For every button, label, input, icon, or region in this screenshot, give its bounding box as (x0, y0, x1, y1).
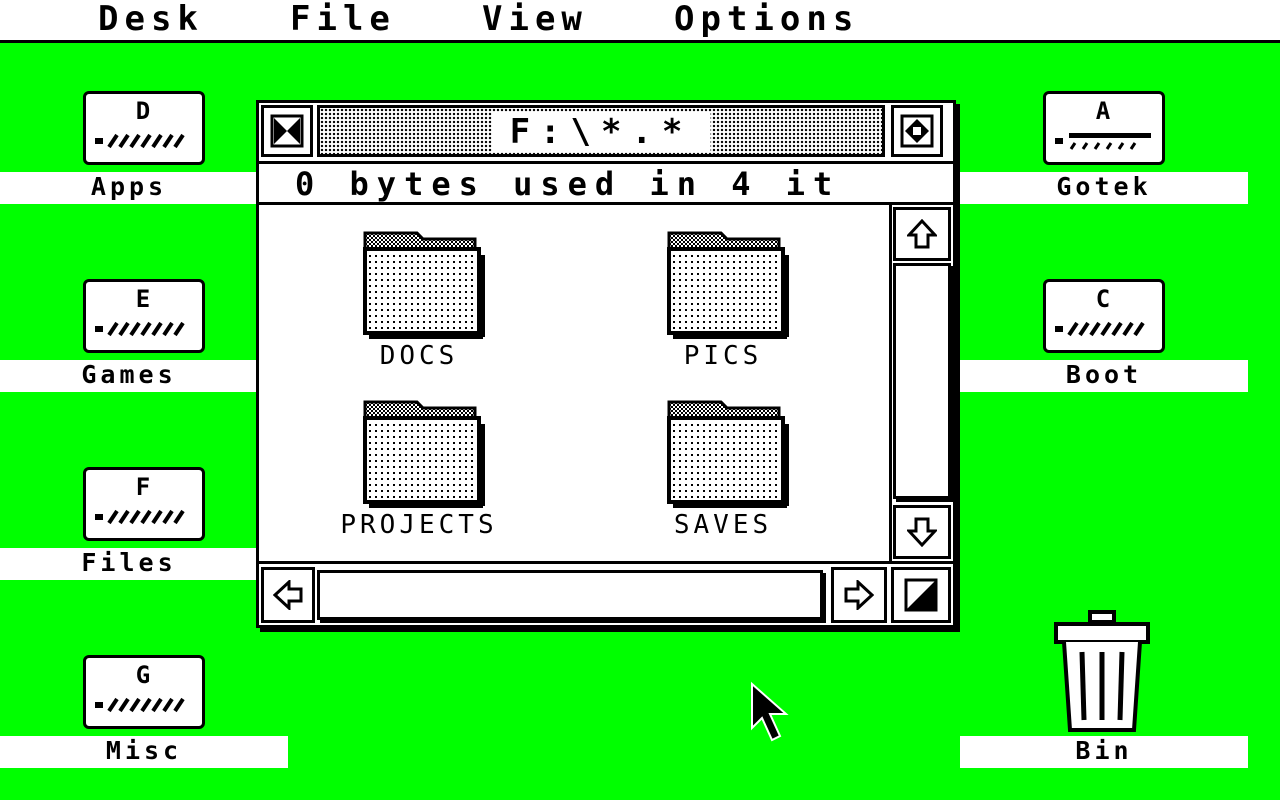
drive-letter: A (1095, 97, 1111, 125)
drive-letter: F (135, 473, 151, 501)
info-line: 0 bytes used in 4 it (259, 161, 953, 205)
folder-label: SAVES (673, 510, 773, 540)
drive-g-label[interactable]: Misc (0, 736, 288, 768)
arrow-left-icon (273, 580, 303, 610)
file-window: F:\*.* 0 bytes used in 4 it DOCS PICS PR… (256, 100, 956, 628)
vertical-scrollbar[interactable] (889, 205, 953, 561)
drive-a-icon[interactable]: A (1043, 91, 1165, 167)
menu-view[interactable]: View (482, 0, 588, 40)
drive-a-label[interactable]: Gotek (960, 172, 1248, 204)
drive-e-label[interactable]: Games (0, 360, 258, 392)
close-button[interactable] (261, 105, 313, 157)
scroll-up-button[interactable] (893, 207, 951, 261)
drive-letter: C (1095, 285, 1111, 313)
folder-item[interactable]: PICS (623, 229, 823, 379)
menu-options[interactable]: Options (674, 0, 859, 40)
folder-icon (363, 400, 485, 508)
folder-area: DOCS PICS PROJECTS SAVES (259, 205, 887, 561)
fullsize-button[interactable] (891, 105, 943, 157)
folder-label: PROJECTS (340, 510, 498, 540)
resize-button[interactable] (891, 567, 951, 623)
close-icon (270, 114, 304, 148)
trash-can-icon[interactable] (1052, 610, 1152, 734)
fullsize-icon (900, 114, 934, 148)
folder-icon (667, 231, 789, 339)
drive-slot-icon (95, 321, 185, 337)
scroll-left-button[interactable] (261, 567, 315, 623)
folder-label: PICS (683, 341, 763, 371)
drive-c-icon[interactable]: C (1043, 279, 1165, 355)
folder-icon (363, 231, 485, 339)
arrow-up-icon (907, 219, 937, 249)
folder-label: DOCS (379, 341, 459, 371)
drive-e-icon[interactable]: E (83, 279, 205, 355)
horizontal-scroll-track[interactable] (317, 570, 823, 620)
window-title: F:\*.* (491, 112, 711, 152)
scroll-right-button[interactable] (831, 567, 887, 623)
drive-slot-icon (1055, 321, 1145, 337)
menu-bar: Desk File View Options (0, 0, 1280, 43)
scroll-down-button[interactable] (893, 505, 951, 559)
vertical-scroll-track[interactable] (893, 263, 951, 499)
horizontal-scrollbar[interactable] (259, 561, 953, 625)
floppy-slot-icon (1055, 133, 1151, 150)
drive-d-label[interactable]: Apps (0, 172, 258, 204)
folder-item[interactable]: PROJECTS (319, 398, 519, 548)
folder-item[interactable]: SAVES (623, 398, 823, 548)
drive-f-icon[interactable]: F (83, 467, 205, 543)
drive-slot-icon (95, 509, 185, 525)
title-bar[interactable]: F:\*.* (317, 105, 885, 157)
trash-label[interactable]: Bin (960, 736, 1248, 768)
menu-desk[interactable]: Desk (98, 0, 204, 40)
drive-letter: G (135, 661, 151, 689)
drive-letter: D (135, 97, 151, 125)
drive-d-icon[interactable]: D (83, 91, 205, 167)
drive-letter: E (135, 285, 151, 313)
menu-file[interactable]: File (290, 0, 396, 40)
drive-f-label[interactable]: Files (0, 548, 258, 580)
mouse-pointer-icon (751, 681, 789, 742)
drive-c-label[interactable]: Boot (960, 360, 1248, 392)
resize-icon (904, 578, 938, 612)
drive-slot-icon (95, 697, 185, 713)
drive-slot-icon (95, 133, 185, 149)
drive-g-icon[interactable]: G (83, 655, 205, 731)
folder-item[interactable]: DOCS (319, 229, 519, 379)
arrow-right-icon (844, 580, 874, 610)
folder-icon (667, 400, 789, 508)
arrow-down-icon (907, 517, 937, 547)
